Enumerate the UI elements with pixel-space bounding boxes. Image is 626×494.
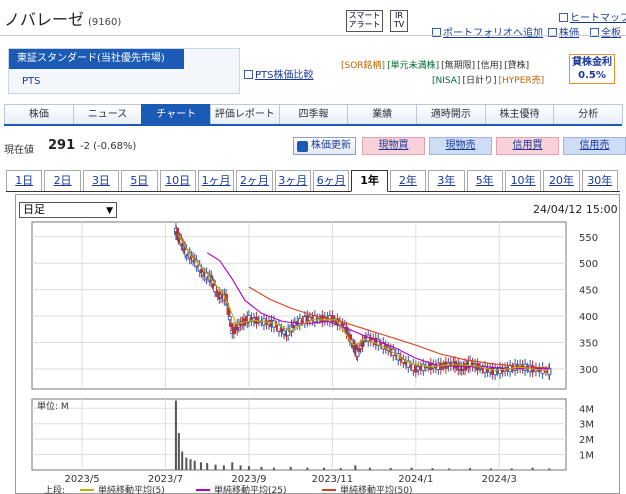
legend-item: 単純移動平均(5) <box>98 484 165 494</box>
legend-item: 単純移動平均(50) <box>340 484 412 494</box>
volume-bar <box>431 468 434 470</box>
volume-unit-label: 単位: M <box>37 400 69 412</box>
x-tick-label: 2023/5 <box>64 474 99 485</box>
volume-bar <box>368 467 371 470</box>
volume-bar <box>272 467 275 470</box>
volume-tick-label: 4M <box>579 404 594 415</box>
volume-bar <box>448 468 451 470</box>
candle-body <box>357 347 361 352</box>
volume-bar <box>185 457 188 470</box>
x-tick-label: 2024/3 <box>482 474 517 485</box>
price-tick-label: 400 <box>579 312 598 323</box>
x-tick-label: 2023/11 <box>312 474 354 485</box>
price-tick-label: 350 <box>579 338 598 349</box>
stock-chart: 550500450400350300 4M3M2M1M単位: M 2023/5 2… <box>31 221 598 494</box>
volume-bar <box>239 465 242 470</box>
volume-bar <box>389 468 392 470</box>
volume-bar <box>489 468 492 470</box>
chart-legend: 上段: 単純移動平均(5) 単純移動平均(25) 単純移動平均(50) <box>44 484 412 494</box>
volume-bar <box>548 468 551 470</box>
volume-bar <box>354 465 357 470</box>
volume-panel: 4M 3M 2M 1M 単位: M <box>31 398 594 471</box>
price-tick-label: 450 <box>579 286 598 297</box>
volume-tick-label: 3M <box>579 420 594 431</box>
volume-bar <box>410 467 413 470</box>
volume-bar <box>199 462 202 470</box>
volume-bar <box>177 432 180 470</box>
volume-bar <box>306 467 309 470</box>
volume-bar <box>247 466 250 470</box>
price-tick-label: 550 <box>579 233 598 244</box>
volume-bar <box>231 462 234 470</box>
volume-bar <box>469 468 472 470</box>
volume-tick-label: 1M <box>579 451 594 462</box>
volume-plot-frame <box>31 398 567 471</box>
volume-bar <box>206 463 209 470</box>
volume-tick-label: 2M <box>579 435 594 446</box>
legend-item: 単純移動平均(25) <box>214 484 286 494</box>
volume-bar <box>189 459 192 470</box>
volume-bar <box>222 465 225 470</box>
price-tick-label: 500 <box>579 259 598 270</box>
volume-bar <box>174 400 177 470</box>
volume-bar <box>323 467 326 470</box>
volume-bar <box>531 467 534 470</box>
volume-bar <box>289 466 292 470</box>
volume-bar <box>193 460 196 470</box>
legend-prefix: 上段: <box>44 484 65 494</box>
price-panel: 550 500 450 400 350 300 <box>31 221 598 390</box>
volume-bar <box>510 468 513 470</box>
price-tick-label: 300 <box>579 365 598 376</box>
volume-bar <box>214 464 217 470</box>
volume-bar <box>339 468 342 470</box>
x-tick-label: 2023/9 <box>231 474 266 485</box>
x-tick-label: 2024/1 <box>398 474 433 485</box>
price-plot-frame <box>31 221 567 390</box>
volume-bar <box>260 466 263 470</box>
volume-bar <box>181 451 184 470</box>
x-tick-label: 2023/7 <box>148 474 183 485</box>
x-axis: 2023/5 2023/7 2023/9 2023/11 2024/1 2024/3 <box>64 474 516 485</box>
candle-body <box>232 326 236 334</box>
